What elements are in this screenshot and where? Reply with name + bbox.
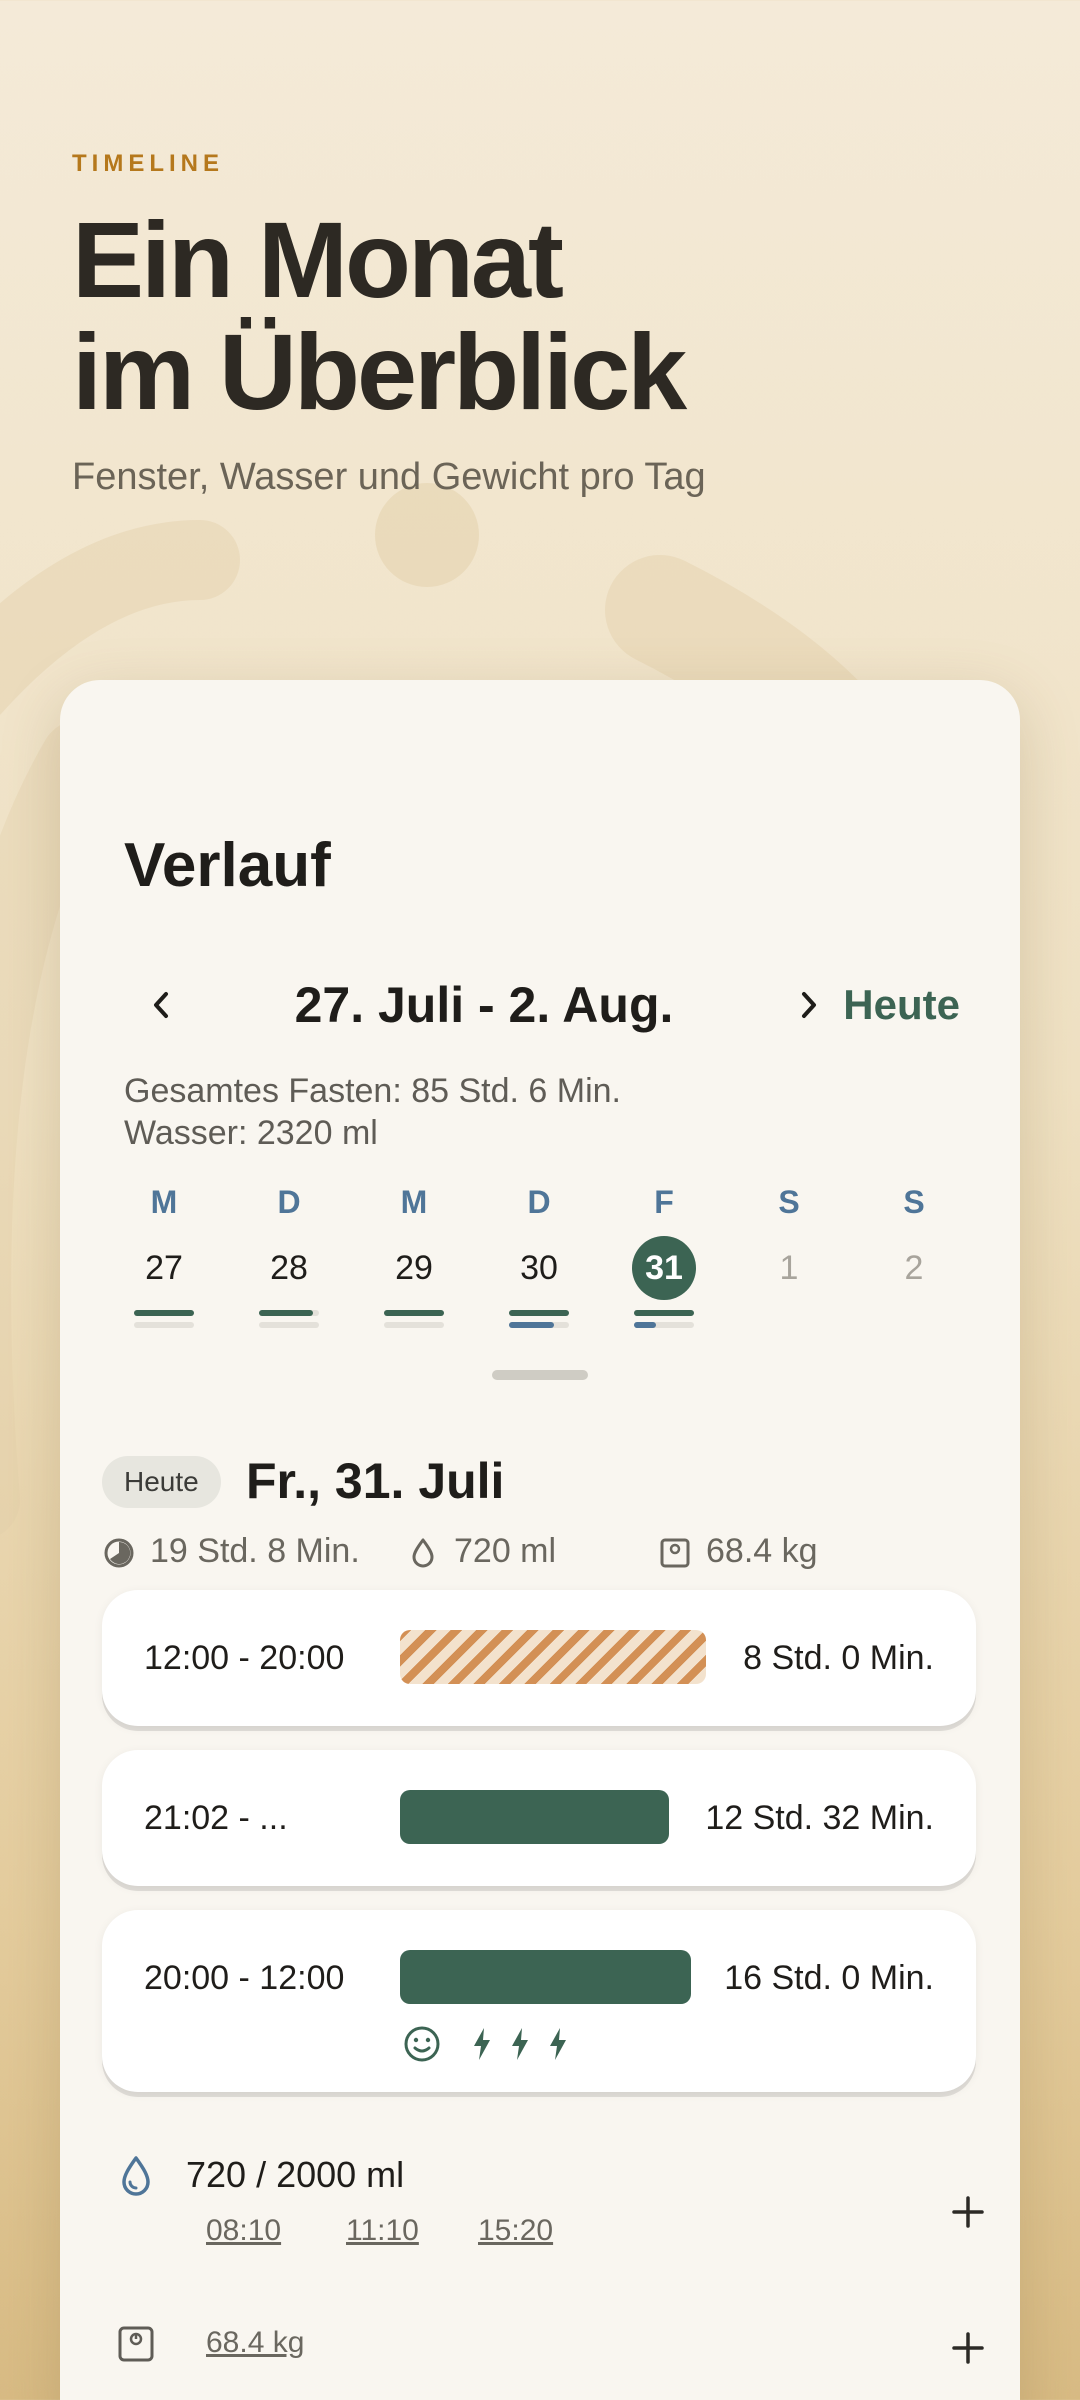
day-fasting-bar-fill: [384, 1310, 444, 1316]
chevron-left-icon[interactable]: [136, 980, 186, 1030]
stat-weight-value: 68.4 kg: [706, 1532, 818, 1570]
history-card: Verlauf 27. Juli - 2. Aug. Heute Gesamte…: [60, 680, 1020, 2400]
chevron-right-icon[interactable]: [784, 980, 834, 1030]
promo-headline: Ein Monat im Überblick: [72, 204, 706, 428]
promo-header: TIMELINE Ein Monat im Überblick Fenster,…: [72, 150, 706, 499]
week-navigation: 27. Juli - 2. Aug. Heute: [124, 970, 960, 1040]
add-water-button[interactable]: [946, 2190, 990, 2234]
day-number: 31: [632, 1236, 696, 1300]
scale-icon: [660, 1538, 690, 1568]
page-title: Verlauf: [124, 831, 331, 900]
day-letter: M: [400, 1184, 428, 1220]
entry-time-range: 20:00 - 12:00: [144, 1959, 345, 1997]
week-summary: Gesamtes Fasten: 85 Std. 6 Min. Wasser: …: [124, 1070, 621, 1154]
weight-section: 68.4 kg: [116, 2320, 984, 2380]
add-weight-button[interactable]: [946, 2326, 990, 2370]
week-day-strip: M 27 D 28 M 29 D 30 F 31 S 1 S 2: [124, 1180, 1000, 1328]
day-number: 2: [904, 1249, 924, 1287]
day-letter: S: [903, 1184, 925, 1220]
day-fasting-bar-fill: [134, 1310, 194, 1316]
day-letter: F: [654, 1184, 674, 1220]
day-letter: S: [778, 1184, 800, 1220]
entry-duration: 8 Std. 0 Min.: [743, 1639, 934, 1677]
day-cell[interactable]: M 27: [124, 1180, 204, 1328]
day-water-bar: [509, 1322, 569, 1328]
day-number: 30: [520, 1249, 558, 1287]
eating-window-bar: [400, 1630, 706, 1684]
day-number: 1: [779, 1249, 799, 1287]
entry-duration: 16 Std. 0 Min.: [724, 1959, 934, 1997]
day-title: Fr., 31. Juli: [246, 1453, 505, 1509]
day-cell[interactable]: D 30: [499, 1180, 579, 1328]
day-water-bar-fill: [634, 1322, 656, 1328]
day-fasting-bar-fill: [509, 1310, 569, 1316]
entry-bar-track: [400, 1630, 706, 1684]
entry-bar-track: [400, 1950, 706, 2004]
scale-icon: [118, 2326, 154, 2362]
day-water-bar: [259, 1322, 319, 1328]
day-fasting-bar: [134, 1310, 194, 1316]
day-letter: D: [277, 1184, 301, 1220]
headline-line-2: im Überblick: [72, 311, 687, 432]
day-number: 28: [270, 1249, 308, 1287]
day-number: 29: [395, 1249, 433, 1287]
water-log-time[interactable]: 15:20: [478, 2214, 553, 2248]
stat-fasting-value: 19 Std. 8 Min.: [150, 1532, 360, 1570]
entry-duration: 12 Std. 32 Min.: [705, 1799, 934, 1837]
water-section: 720 / 2000 ml 08:10 11:10 15:20: [116, 2150, 984, 2270]
smile-icon: [404, 2026, 440, 2062]
promo-subline: Fenster, Wasser und Gewicht pro Tag: [72, 456, 706, 498]
day-fasting-bar-fill: [634, 1310, 694, 1316]
day-cell[interactable]: M 29: [374, 1180, 454, 1328]
summary-total-fasting: Gesamtes Fasten: 85 Std. 6 Min.: [124, 1072, 622, 1110]
water-drop-icon: [122, 2156, 150, 2196]
day-water-bar: [634, 1322, 694, 1328]
day-letter: D: [527, 1184, 551, 1220]
fasting-entry[interactable]: 21:02 - ... 12 Std. 32 Min.: [102, 1750, 976, 1886]
weight-entry-value[interactable]: 68.4 kg: [206, 2326, 304, 2360]
day-cell[interactable]: F 31: [624, 1180, 704, 1328]
day-fasting-bar-fill: [259, 1310, 313, 1316]
water-drop-icon: [412, 1538, 434, 1568]
fasting-window-bar: [400, 1790, 670, 1844]
bolt-icon: [550, 2028, 566, 2060]
day-fasting-bar: [259, 1310, 319, 1316]
entry-time-range: 21:02 - ...: [144, 1799, 288, 1837]
day-letter: M: [150, 1184, 178, 1220]
today-chip: Heute: [102, 1456, 221, 1508]
water-log-time[interactable]: 11:10: [346, 2214, 419, 2248]
sheet-grabber[interactable]: [492, 1370, 588, 1380]
bolt-icon: [474, 2028, 490, 2060]
fasting-progress-icon: [104, 1538, 134, 1568]
day-cell[interactable]: S2: [874, 1180, 954, 1300]
day-number: 27: [145, 1249, 183, 1287]
summary-water: Wasser: 2320 ml: [124, 1114, 378, 1152]
week-range-label: 27. Juli - 2. Aug.: [294, 977, 674, 1033]
entry-time-range: 12:00 - 20:00: [144, 1639, 345, 1677]
day-fasting-bar: [509, 1310, 569, 1316]
fasting-entry[interactable]: 20:00 - 12:00 16 Std. 0 Min.: [102, 1910, 976, 2092]
fasting-window-bar: [400, 1950, 691, 2004]
water-progress-label: 720 / 2000 ml: [186, 2154, 405, 2195]
entry-bar-track: [400, 1790, 706, 1844]
fasting-entry[interactable]: 12:00 - 20:00 8 Std. 0 Min.: [102, 1590, 976, 1726]
day-cell[interactable]: S1: [749, 1180, 829, 1300]
day-water-bar-fill: [509, 1322, 554, 1328]
day-cell[interactable]: D 28: [249, 1180, 329, 1328]
day-water-bar: [384, 1322, 444, 1328]
day-fasting-bar: [634, 1310, 694, 1316]
water-log-time[interactable]: 08:10: [206, 2214, 281, 2248]
today-button[interactable]: Heute: [843, 970, 960, 1040]
day-fasting-bar: [384, 1310, 444, 1316]
stat-water-value: 720 ml: [454, 1532, 557, 1570]
day-water-bar: [134, 1322, 194, 1328]
headline-line-1: Ein Monat: [72, 199, 564, 320]
bolt-icon: [512, 2028, 528, 2060]
promo-eyebrow: TIMELINE: [72, 150, 224, 177]
